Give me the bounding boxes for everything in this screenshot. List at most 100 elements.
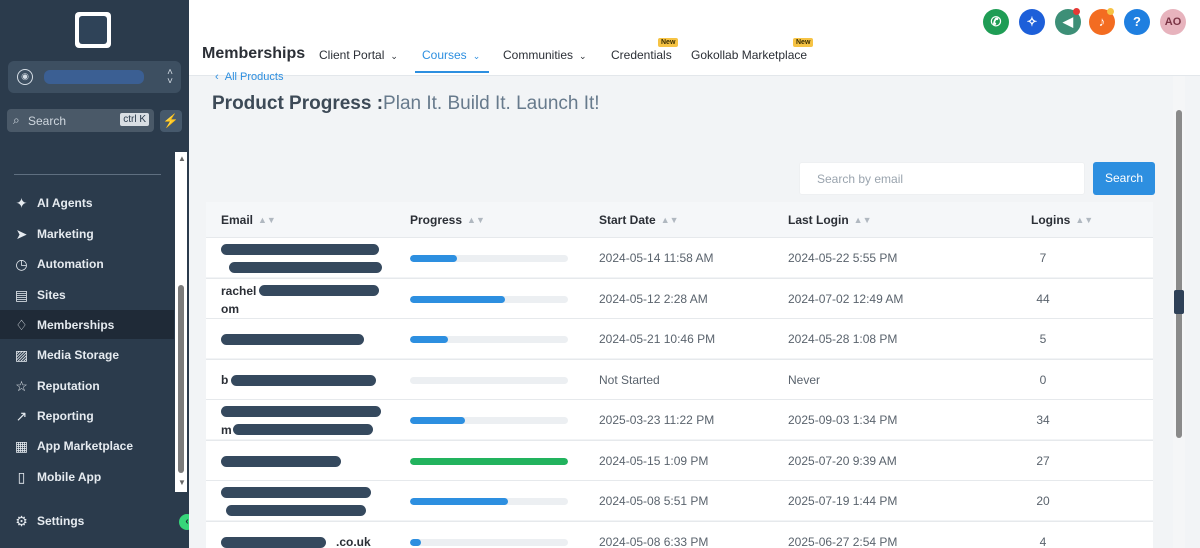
award-icon: ♢ (15, 317, 28, 333)
progress-fill (410, 255, 458, 262)
progress-bar (410, 457, 568, 465)
email-redaction (221, 487, 371, 498)
logins-cell: 0 (1039, 372, 1047, 387)
sidebar-item-marketing[interactable]: ➤ Marketing (0, 219, 174, 248)
sidebar-item-memberships[interactable]: ♢ Memberships (0, 310, 174, 339)
email-search-input[interactable] (799, 162, 1085, 195)
progress-bar (410, 336, 568, 343)
company-logo[interactable] (75, 12, 111, 48)
sidebar-item-automation[interactable]: ◷ Automation (0, 249, 174, 278)
new-badge: New (658, 38, 679, 47)
account-switcher[interactable]: ◉ ˄ ˅ (8, 61, 181, 93)
product-name: Plan It. Build It. Launch It! (383, 93, 600, 114)
column-progress[interactable]: Progress ▲▼ (410, 213, 485, 227)
new-badge: New (793, 38, 814, 47)
sidebar-item-label: Mobile App (37, 470, 102, 484)
column-email[interactable]: Email ▲▼ (221, 213, 276, 227)
sidebar-item-sites[interactable]: ▤ Sites (0, 280, 174, 309)
sidebar-item-media-storage[interactable]: ▨ Media Storage (0, 340, 174, 369)
chevron-down-icon: ⌄ (472, 51, 481, 61)
magic-wand-icon[interactable]: ✧ (1019, 9, 1045, 35)
table-row[interactable]: m 2025-03-23 11:22 PM 2025-09-03 1:34 PM 34 (206, 399, 1153, 439)
table-row[interactable]: 2024-05-21 10:46 PM 2024-05-28 1:08 PM 5 (206, 318, 1153, 358)
start-date-cell: 2024-05-21 10:46 PM (599, 332, 716, 346)
progress-bar (410, 498, 568, 505)
sidebar-item-label: AI Agents (37, 196, 93, 210)
star-icon: ☆ (15, 378, 28, 394)
column-last-login[interactable]: Last Login ▲▼ (788, 213, 872, 227)
sidebar-item-label: Sites (37, 288, 66, 302)
back-to-products-link[interactable]: ‹ All Products (215, 71, 283, 83)
browser-icon: ▤ (14, 287, 29, 303)
sidebar-item-label: Media Storage (37, 348, 120, 362)
last-login-cell: Never (788, 372, 821, 387)
column-logins[interactable]: Logins ▲▼ (1031, 213, 1093, 227)
sidebar-item-app-marketplace[interactable]: ▦ App Marketplace (0, 431, 174, 460)
email-redaction (221, 244, 379, 255)
sidebar-item-label: Memberships (37, 318, 115, 332)
sort-icon: ▲▼ (1075, 215, 1094, 225)
scroll-up-icon[interactable]: ▲ (178, 154, 186, 163)
logins-cell: 5 (1039, 332, 1047, 346)
progress-fill (410, 538, 422, 546)
notification-dot (1073, 8, 1080, 15)
scroll-down-icon[interactable]: ▼ (178, 478, 186, 487)
sidebar-search[interactable]: ⌕ Search ctrl K (7, 109, 154, 132)
chevron-down-icon: ⌄ (579, 51, 587, 61)
scroll-thumb[interactable] (178, 285, 184, 473)
column-label: Logins (1031, 213, 1071, 227)
sidebar-item-settings[interactable]: ⚙ Settings (0, 506, 174, 535)
tab-credentials[interactable]: Credentials (611, 48, 672, 62)
sidebar-scrollbar[interactable]: ▲ ▼ (175, 152, 187, 492)
tab-gokollab-marketplace[interactable]: Gokollab Marketplace (691, 48, 807, 62)
column-start-date[interactable]: Start Date ▲▼ (599, 213, 679, 227)
user-avatar[interactable]: AO (1160, 9, 1186, 35)
sidebar-item-reporting[interactable]: ↗ Reporting (0, 401, 174, 430)
email-redaction (221, 406, 381, 417)
tab-courses[interactable]: Courses ⌄ (422, 48, 480, 62)
tab-communities[interactable]: Communities ⌄ (503, 48, 587, 62)
tab-client-portal[interactable]: Client Portal ⌄ (319, 48, 398, 62)
progress-fill (410, 336, 448, 343)
start-date-cell: 2024-05-08 5:51 PM (599, 494, 709, 508)
table-row[interactable]: 2024-05-14 11:58 AM 2024-05-22 5:55 PM 7 (206, 237, 1153, 277)
chevron-down-icon: ⌄ (390, 51, 398, 61)
quick-action-bolt-icon[interactable]: ⚡ (160, 110, 182, 132)
scroll-thumb[interactable] (1176, 110, 1182, 438)
progress-fill (410, 498, 508, 505)
logins-cell: 27 (1036, 453, 1050, 468)
table-row[interactable]: rachel om 2024-05-12 2:28 AM 2024-07-02 12:… (206, 277, 1153, 318)
chevron-updown-icon: ˄ ˅ (167, 67, 173, 87)
table-row[interactable]: 2024-05-15 1:09 PM 2025-07-20 9:39 AM 27 (206, 439, 1153, 480)
last-login-cell: 2025-09-03 1:34 PM (788, 413, 898, 427)
tab-label: Communities (503, 48, 574, 62)
sidebar-item-ai-agents[interactable]: ✦ AI Agents (0, 188, 174, 217)
last-login-cell: 2024-07-02 12:49 AM (788, 291, 904, 306)
scroll-grip[interactable] (1174, 290, 1184, 314)
page-title: Product Progress :Plan It. Build It. Lau… (212, 93, 600, 115)
start-date-cell: 2024-05-14 11:58 AM (599, 251, 714, 265)
table-row[interactable]: b Not Started Never 0 (206, 358, 1153, 399)
sort-icon: ▲▼ (853, 215, 872, 225)
send-icon: ➤ (15, 226, 28, 242)
table-row[interactable]: .co.uk 2024-05-08 6:33 PM 2025-06-27 2:54 … (206, 520, 1153, 548)
start-date-cell: 2024-05-12 2:28 AM (599, 291, 708, 306)
last-login-cell: 2025-07-20 9:39 AM (788, 453, 897, 468)
table-row[interactable]: 2024-05-08 5:51 PM 2025-07-19 1:44 PM 20 (206, 480, 1153, 520)
last-login-cell: 2024-05-22 5:55 PM (788, 251, 898, 265)
phone-icon[interactable]: ✆ (983, 9, 1009, 35)
progress-bar (410, 295, 568, 303)
play-circle-icon: ◷ (15, 256, 28, 272)
help-icon[interactable]: ? (1124, 9, 1150, 35)
email-line: om (221, 301, 239, 316)
email-redaction (226, 505, 366, 516)
sidebar-item-reputation[interactable]: ☆ Reputation (0, 371, 174, 400)
logins-cell: 4 (1039, 534, 1047, 548)
sort-icon: ▲▼ (258, 215, 276, 225)
gear-icon: ⚙ (15, 513, 28, 529)
image-icon: ▨ (14, 347, 29, 363)
search-button[interactable]: Search (1093, 162, 1155, 195)
main-scrollbar[interactable] (1173, 76, 1185, 548)
sidebar-item-mobile-app[interactable]: ▯ Mobile App (0, 462, 174, 491)
start-date-cell: 2024-05-08 6:33 PM (599, 534, 709, 548)
